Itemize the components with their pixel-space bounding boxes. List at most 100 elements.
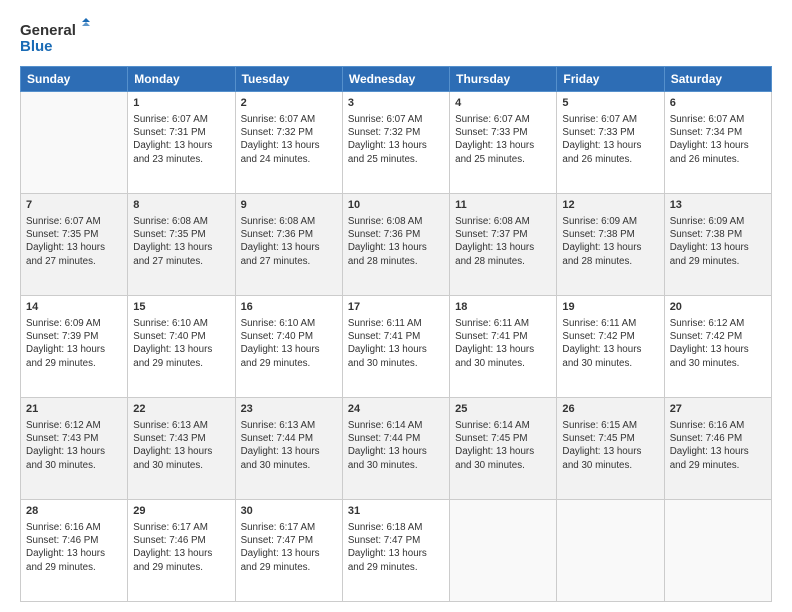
day-number: 13 [670, 198, 766, 213]
day-info: Sunrise: 6:18 AMSunset: 7:47 PMDaylight:… [348, 521, 444, 574]
day-cell: 29 Sunrise: 6:17 AMSunset: 7:46 PMDayligh… [128, 500, 235, 602]
day-number: 7 [26, 198, 122, 213]
header-day-tuesday: Tuesday [235, 67, 342, 92]
day-cell: 20 Sunrise: 6:12 AMSunset: 7:42 PMDayligh… [664, 296, 771, 398]
page: General Blue SundayMondayTuesdayWednesda… [0, 0, 792, 612]
header-day-thursday: Thursday [450, 67, 557, 92]
day-number: 29 [133, 504, 229, 519]
svg-text:General: General [20, 22, 76, 39]
day-number: 24 [348, 402, 444, 417]
day-number: 10 [348, 198, 444, 213]
day-info: Sunrise: 6:17 AMSunset: 7:47 PMDaylight:… [241, 521, 337, 574]
day-info: Sunrise: 6:16 AMSunset: 7:46 PMDaylight:… [670, 419, 766, 472]
day-info: Sunrise: 6:07 AMSunset: 7:32 PMDaylight:… [348, 113, 444, 166]
day-number: 11 [455, 198, 551, 213]
day-number: 26 [562, 402, 658, 417]
day-number: 19 [562, 300, 658, 315]
day-cell: 18Sunrise: 6:11 AMSunset: 7:41 PMDayligh… [450, 296, 557, 398]
day-number: 30 [241, 504, 337, 519]
day-cell: 19 Sunrise: 6:11 AMSunset: 7:42 PMDayligh… [557, 296, 664, 398]
day-number: 14 [26, 300, 122, 315]
logo: General Blue [20, 18, 90, 56]
day-info: Sunrise: 6:07 AMSunset: 7:31 PMDaylight:… [133, 113, 229, 166]
day-number: 21 [26, 402, 122, 417]
week-row-4: 21Sunrise: 6:12 AMSunset: 7:43 PMDayligh… [21, 398, 772, 500]
day-info: Sunrise: 6:07 AMSunset: 7:32 PMDaylight:… [241, 113, 337, 166]
day-info: Sunrise: 6:08 AMSunset: 7:37 PMDaylight:… [455, 215, 551, 268]
day-number: 6 [670, 96, 766, 111]
day-cell: 13Sunrise: 6:09 AMSunset: 7:38 PMDayligh… [664, 194, 771, 296]
day-number: 18 [455, 300, 551, 315]
day-cell: 21Sunrise: 6:12 AMSunset: 7:43 PMDayligh… [21, 398, 128, 500]
day-cell: 10 Sunrise: 6:08 AMSunset: 7:36 PMDayligh… [342, 194, 449, 296]
day-number: 9 [241, 198, 337, 213]
day-info: Sunrise: 6:07 AMSunset: 7:35 PMDaylight:… [26, 215, 122, 268]
day-number: 27 [670, 402, 766, 417]
day-info: Sunrise: 6:08 AMSunset: 7:36 PMDaylight:… [241, 215, 337, 268]
day-cell: 7 Sunrise: 6:07 AMSunset: 7:35 PMDaylight… [21, 194, 128, 296]
day-cell: 8Sunrise: 6:08 AMSunset: 7:35 PMDaylight… [128, 194, 235, 296]
day-info: Sunrise: 6:14 AMSunset: 7:45 PMDaylight:… [455, 419, 551, 472]
week-row-3: 14Sunrise: 6:09 AMSunset: 7:39 PMDayligh… [21, 296, 772, 398]
day-info: Sunrise: 6:17 AMSunset: 7:46 PMDaylight:… [133, 521, 229, 574]
day-info: Sunrise: 6:07 AMSunset: 7:34 PMDaylight:… [670, 113, 766, 166]
header-day-sunday: Sunday [21, 67, 128, 92]
header-day-monday: Monday [128, 67, 235, 92]
day-number: 23 [241, 402, 337, 417]
day-cell: 25 Sunrise: 6:14 AMSunset: 7:45 PMDayligh… [450, 398, 557, 500]
day-info: Sunrise: 6:08 AMSunset: 7:36 PMDaylight:… [348, 215, 444, 268]
day-cell: 12Sunrise: 6:09 AMSunset: 7:38 PMDayligh… [557, 194, 664, 296]
day-cell: 5 Sunrise: 6:07 AMSunset: 7:33 PMDaylight… [557, 92, 664, 194]
day-cell [450, 500, 557, 602]
day-cell: 2 Sunrise: 6:07 AMSunset: 7:32 PMDaylight… [235, 92, 342, 194]
calendar: SundayMondayTuesdayWednesdayThursdayFrid… [20, 66, 772, 602]
day-number: 15 [133, 300, 229, 315]
day-number: 12 [562, 198, 658, 213]
day-number: 31 [348, 504, 444, 519]
day-number: 2 [241, 96, 337, 111]
day-cell: 14Sunrise: 6:09 AMSunset: 7:39 PMDayligh… [21, 296, 128, 398]
day-cell: 28 Sunrise: 6:16 AMSunset: 7:46 PMDayligh… [21, 500, 128, 602]
day-cell: 1 Sunrise: 6:07 AMSunset: 7:31 PMDaylight… [128, 92, 235, 194]
day-number: 1 [133, 96, 229, 111]
day-info: Sunrise: 6:11 AMSunset: 7:42 PMDaylight:… [562, 317, 658, 370]
day-info: Sunrise: 6:13 AMSunset: 7:44 PMDaylight:… [241, 419, 337, 472]
day-cell [557, 500, 664, 602]
day-cell: 23 Sunrise: 6:13 AMSunset: 7:44 PMDayligh… [235, 398, 342, 500]
day-number: 20 [670, 300, 766, 315]
day-info: Sunrise: 6:13 AMSunset: 7:43 PMDaylight:… [133, 419, 229, 472]
header-day-friday: Friday [557, 67, 664, 92]
day-number: 5 [562, 96, 658, 111]
day-info: Sunrise: 6:11 AMSunset: 7:41 PMDaylight:… [348, 317, 444, 370]
day-cell: 9 Sunrise: 6:08 AMSunset: 7:36 PMDaylight… [235, 194, 342, 296]
day-cell: 6 Sunrise: 6:07 AMSunset: 7:34 PMDaylight… [664, 92, 771, 194]
header-day-wednesday: Wednesday [342, 67, 449, 92]
day-info: Sunrise: 6:16 AMSunset: 7:46 PMDaylight:… [26, 521, 122, 574]
day-cell: 22Sunrise: 6:13 AMSunset: 7:43 PMDayligh… [128, 398, 235, 500]
day-cell: 17Sunrise: 6:11 AMSunset: 7:41 PMDayligh… [342, 296, 449, 398]
header-day-saturday: Saturday [664, 67, 771, 92]
logo-svg: General Blue [20, 18, 90, 56]
day-number: 28 [26, 504, 122, 519]
day-cell: 26 Sunrise: 6:15 AMSunset: 7:45 PMDayligh… [557, 398, 664, 500]
day-info: Sunrise: 6:07 AMSunset: 7:33 PMDaylight:… [455, 113, 551, 166]
day-cell: 24Sunrise: 6:14 AMSunset: 7:44 PMDayligh… [342, 398, 449, 500]
week-row-2: 7 Sunrise: 6:07 AMSunset: 7:35 PMDaylight… [21, 194, 772, 296]
day-info: Sunrise: 6:10 AMSunset: 7:40 PMDaylight:… [241, 317, 337, 370]
header-row: SundayMondayTuesdayWednesdayThursdayFrid… [21, 67, 772, 92]
day-cell: 30 Sunrise: 6:17 AMSunset: 7:47 PMDayligh… [235, 500, 342, 602]
day-cell: 4Sunrise: 6:07 AMSunset: 7:33 PMDaylight… [450, 92, 557, 194]
day-info: Sunrise: 6:08 AMSunset: 7:35 PMDaylight:… [133, 215, 229, 268]
svg-text:Blue: Blue [20, 38, 53, 55]
week-row-5: 28 Sunrise: 6:16 AMSunset: 7:46 PMDayligh… [21, 500, 772, 602]
day-info: Sunrise: 6:07 AMSunset: 7:33 PMDaylight:… [562, 113, 658, 166]
day-cell: 16 Sunrise: 6:10 AMSunset: 7:40 PMDayligh… [235, 296, 342, 398]
day-info: Sunrise: 6:12 AMSunset: 7:42 PMDaylight:… [670, 317, 766, 370]
day-cell: 15Sunrise: 6:10 AMSunset: 7:40 PMDayligh… [128, 296, 235, 398]
day-number: 16 [241, 300, 337, 315]
day-cell: 11 Sunrise: 6:08 AMSunset: 7:37 PMDayligh… [450, 194, 557, 296]
day-info: Sunrise: 6:15 AMSunset: 7:45 PMDaylight:… [562, 419, 658, 472]
day-number: 3 [348, 96, 444, 111]
day-cell: 27 Sunrise: 6:16 AMSunset: 7:46 PMDayligh… [664, 398, 771, 500]
day-number: 25 [455, 402, 551, 417]
